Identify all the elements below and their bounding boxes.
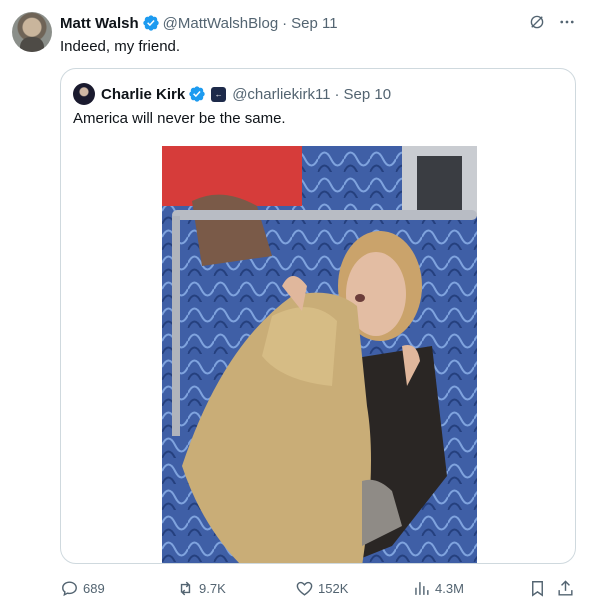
tweet-text: Indeed, my friend.: [60, 38, 181, 55]
separator-dot: ·: [334, 85, 340, 103]
more-icon[interactable]: [558, 13, 576, 31]
repost-button[interactable]: 9.7K: [176, 578, 226, 598]
repost-icon: [180, 581, 191, 595]
tweet-header: Matt Walsh @MattWalshBlog · Sep 11: [60, 13, 338, 33]
reply-count: 689: [83, 580, 105, 596]
reply-button[interactable]: 689: [60, 578, 105, 598]
author-handle[interactable]: @MattWalshBlog: [163, 15, 279, 32]
like-count: 152K: [318, 580, 349, 596]
verified-badge-icon: [142, 15, 159, 31]
quote-date[interactable]: Sep 10: [344, 86, 392, 103]
grok-icon[interactable]: [528, 13, 546, 31]
share-icon: [558, 579, 573, 596]
author-name[interactable]: Matt Walsh: [60, 15, 139, 32]
bookmark-button[interactable]: [528, 578, 547, 598]
views-count: 4.3M: [435, 580, 464, 596]
like-icon: [296, 581, 313, 596]
quote-media-image[interactable]: [162, 146, 477, 563]
tweet-date[interactable]: Sep 11: [291, 15, 337, 32]
reply-icon: [62, 580, 77, 596]
quoted-tweet-card[interactable]: Charlie Kirk ← @charliekirk11 · Sep 10 A…: [60, 68, 576, 564]
quote-author-name[interactable]: Charlie Kirk: [101, 86, 185, 103]
quote-author-handle[interactable]: @charliekirk11: [232, 86, 330, 103]
quote-text: America will never be the same.: [73, 110, 286, 127]
author-avatar[interactable]: [12, 12, 52, 52]
repost-count: 9.7K: [199, 580, 226, 596]
bookmark-icon: [532, 580, 543, 597]
views-icon: [415, 581, 429, 595]
quote-header: Charlie Kirk ← @charliekirk11 · Sep 10: [73, 83, 391, 105]
views-button[interactable]: 4.3M: [412, 578, 464, 598]
separator-dot: ·: [282, 14, 288, 32]
affiliate-badge-icon: ←: [211, 86, 227, 102]
share-button[interactable]: [556, 578, 575, 598]
verified-badge-icon: [189, 86, 205, 102]
tweet-top-actions: [528, 13, 576, 31]
action-bar: 689 9.7K 152K 4.3M: [60, 578, 582, 600]
like-button[interactable]: 152K: [295, 578, 348, 598]
quote-author-avatar[interactable]: [73, 83, 95, 105]
